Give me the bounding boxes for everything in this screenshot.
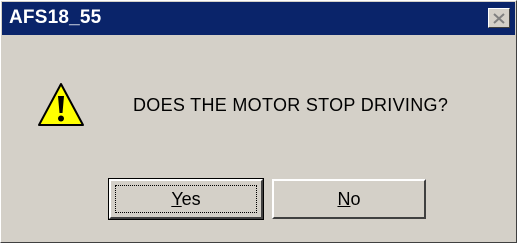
yes-button[interactable]: Yes bbox=[108, 178, 264, 220]
title-bar[interactable]: AFS18_55 bbox=[2, 2, 515, 35]
window-title: AFS18_55 bbox=[9, 7, 102, 28]
no-mnemonic: N bbox=[337, 188, 351, 209]
yes-button-label: Yes bbox=[171, 189, 200, 210]
message-dialog: AFS18_55 DOES THE MOTOR STOP DRIVING? Ye… bbox=[0, 0, 517, 243]
no-button-label: No bbox=[337, 189, 360, 210]
close-button[interactable] bbox=[488, 8, 510, 28]
warning-icon bbox=[38, 83, 84, 126]
no-button[interactable]: No bbox=[272, 179, 426, 219]
yes-mnemonic: Y bbox=[171, 188, 182, 209]
no-label-rest: o bbox=[350, 188, 361, 209]
dialog-message: DOES THE MOTOR STOP DRIVING? bbox=[133, 95, 449, 115]
yes-label-rest: es bbox=[181, 188, 201, 209]
close-icon bbox=[493, 12, 505, 24]
